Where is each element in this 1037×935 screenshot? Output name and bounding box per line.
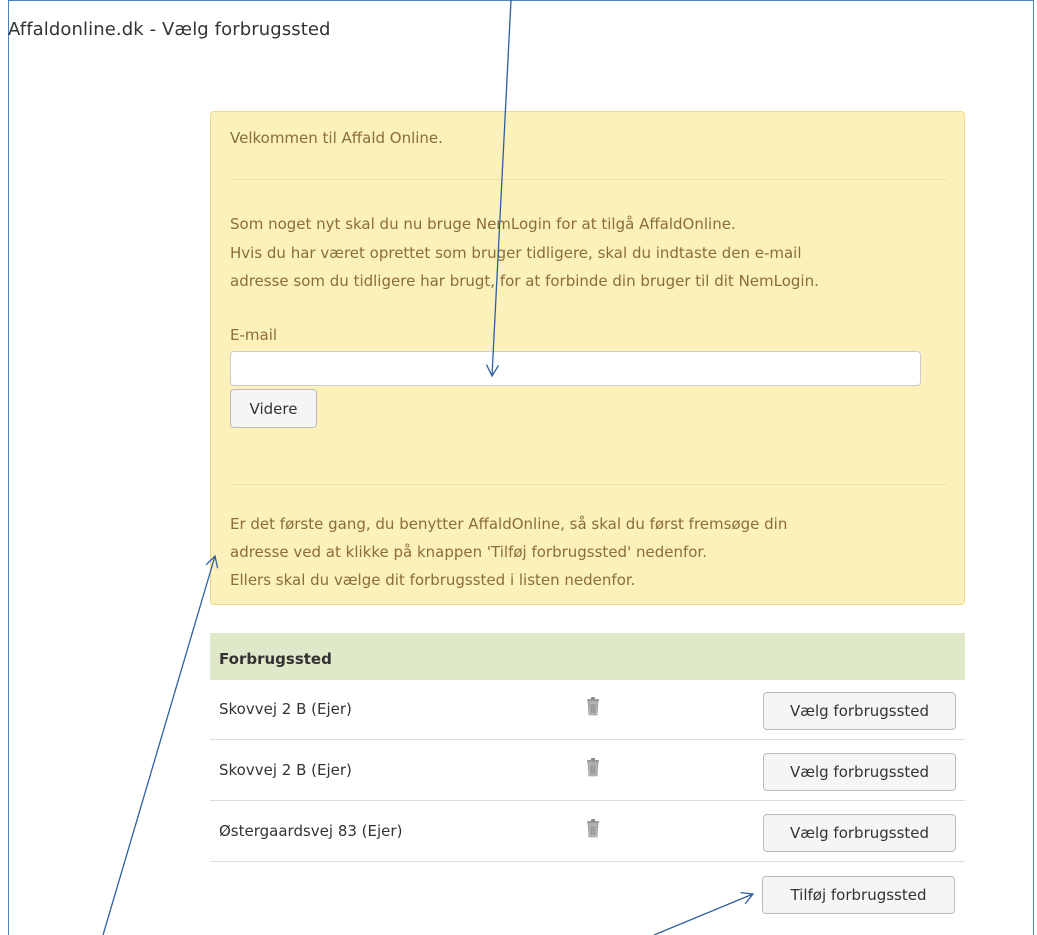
continue-button[interactable]: Videre xyxy=(230,389,317,428)
address-label: Skovvej 2 B (Ejer) xyxy=(219,700,352,718)
table-row: Østergaardsvej 83 (Ejer) Vælg forbrugsst… xyxy=(210,802,965,862)
table-row: Skovvej 2 B (Ejer) Vælg forbrugssted xyxy=(210,680,965,740)
instructions-line: adresse ved at klikke på knappen 'Tilføj… xyxy=(230,543,707,561)
table-row: Skovvej 2 B (Ejer) Vælg forbrugssted xyxy=(210,741,965,801)
welcome-alert: Velkommen til Affald Online. Som noget n… xyxy=(210,111,965,605)
email-field[interactable] xyxy=(230,351,921,386)
email-label: E-mail xyxy=(230,326,278,344)
trash-icon[interactable] xyxy=(586,757,600,777)
welcome-text: Velkommen til Affald Online. xyxy=(230,129,443,147)
address-label: Østergaardsvej 83 (Ejer) xyxy=(219,822,403,840)
select-location-button[interactable]: Vælg forbrugssted xyxy=(763,753,956,791)
select-location-button[interactable]: Vælg forbrugssted xyxy=(763,814,956,852)
info-line: adresse som du tidligere har brugt, for … xyxy=(230,272,819,290)
info-text: Som noget nyt skal du nu bruge NemLogin … xyxy=(230,210,819,296)
page-title: Affaldonline.dk - Vælg forbrugssted xyxy=(8,19,331,40)
address-label: Skovvej 2 B (Ejer) xyxy=(219,761,352,779)
instructions-text: Er det første gang, du benytter AffaldOn… xyxy=(230,510,787,594)
instructions-line: Ellers skal du vælge dit forbrugssted i … xyxy=(230,571,636,589)
add-location-button[interactable]: Tilføj forbrugssted xyxy=(762,876,955,914)
info-line: Som noget nyt skal du nu bruge NemLogin … xyxy=(230,215,736,233)
divider xyxy=(230,179,947,180)
divider xyxy=(230,484,947,485)
info-line: Hvis du har været oprettet som bruger ti… xyxy=(230,243,802,262)
trash-icon[interactable] xyxy=(586,818,600,838)
table-header: Forbrugssted xyxy=(210,633,965,680)
select-location-button[interactable]: Vælg forbrugssted xyxy=(763,692,956,730)
instructions-line: Er det første gang, du benytter AffaldOn… xyxy=(230,515,788,533)
trash-icon[interactable] xyxy=(586,696,600,716)
